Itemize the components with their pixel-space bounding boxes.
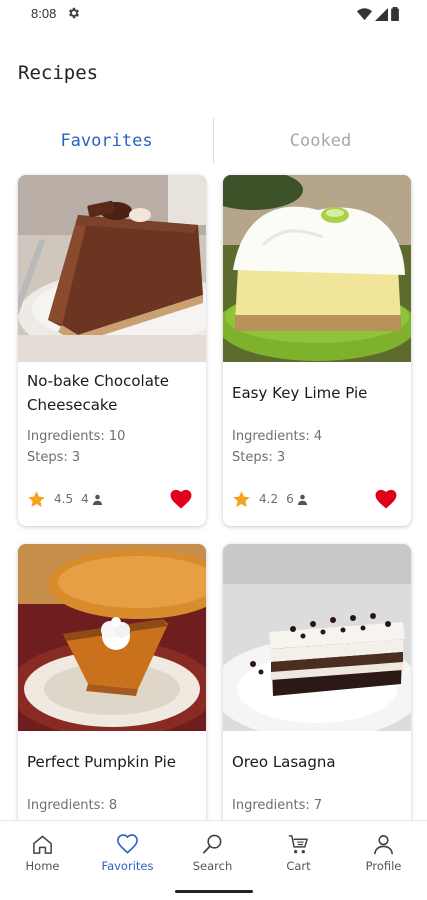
- nav-home[interactable]: Home: [0, 821, 85, 881]
- recipe-ingredients: Ingredients: 10: [27, 429, 126, 444]
- recipe-card[interactable]: Oreo Lasagna Ingredients: 7: [223, 544, 411, 844]
- recipe-ingredients: Ingredients: 7: [232, 798, 323, 813]
- favorite-heart-icon[interactable]: [170, 489, 192, 509]
- heart-outline-icon: [117, 834, 138, 854]
- nav-profile[interactable]: Profile: [341, 821, 426, 881]
- rating-row: 4.2 6: [232, 489, 308, 509]
- recipe-ingredients: Ingredients: 4: [232, 429, 323, 444]
- home-indicator: [175, 890, 253, 893]
- recipe-card[interactable]: Perfect Pumpkin Pie Ingredients: 8: [18, 544, 206, 844]
- star-icon: [28, 490, 45, 507]
- recipe-card[interactable]: No-bake Chocolate Cheesecake Ingredients…: [18, 175, 206, 526]
- recipe-name: Easy Key Lime Pie: [232, 384, 368, 402]
- recipe-name: Perfect Pumpkin Pie: [27, 753, 176, 771]
- recipe-image-pumpkin-pie: [18, 544, 206, 731]
- favorite-heart-icon[interactable]: [375, 489, 397, 509]
- nav-cart[interactable]: Cart: [256, 821, 341, 881]
- nav-label: Home: [25, 859, 60, 873]
- cart-icon: [288, 835, 308, 854]
- nav-label: Profile: [365, 859, 402, 873]
- recipe-ingredients: Ingredients: 8: [27, 798, 118, 813]
- rating-value: 4.2: [259, 492, 279, 506]
- recipe-name: No-bake Chocolate Cheesecake: [27, 372, 170, 414]
- recipe-image-chocolate-cheesecake: [18, 175, 206, 362]
- rating-row: 4.5 4: [27, 489, 103, 509]
- bottom-nav: Home Favorites Search Cart Profile: [0, 820, 427, 900]
- home-icon: [33, 835, 52, 854]
- servings-value: 4: [81, 492, 89, 506]
- recipe-image-key-lime-pie: [223, 175, 411, 362]
- servings-value: 6: [286, 492, 294, 506]
- nav-label: Search: [192, 859, 233, 873]
- search-icon: [202, 834, 222, 854]
- nav-label: Cart: [286, 859, 311, 873]
- person-icon: [374, 835, 393, 855]
- recipe-grid: No-bake Chocolate Cheesecake Ingredients…: [0, 0, 427, 900]
- recipe-steps: Steps: 3: [27, 450, 81, 465]
- servings-person-icon: [92, 494, 102, 505]
- nav-favorites[interactable]: Favorites: [85, 821, 170, 881]
- servings-person-icon: [297, 494, 307, 505]
- nav-label: Favorites: [101, 859, 154, 873]
- recipe-card[interactable]: Easy Key Lime Pie Ingredients: 4 Steps: …: [223, 175, 411, 526]
- rating-value: 4.5: [54, 492, 74, 506]
- recipe-name: Oreo Lasagna: [232, 753, 336, 771]
- recipe-image-oreo-lasagna: [223, 544, 411, 731]
- recipe-steps: Steps: 3: [232, 450, 286, 465]
- nav-search[interactable]: Search: [170, 821, 255, 881]
- star-icon: [233, 490, 250, 507]
